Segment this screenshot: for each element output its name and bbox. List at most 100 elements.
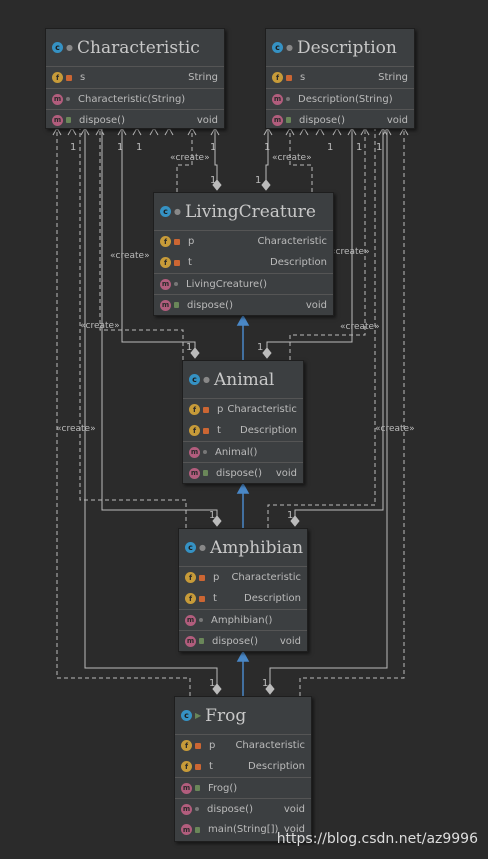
method-row[interactable]: m dispose() void — [266, 109, 414, 130]
create-label: «create» — [170, 153, 210, 163]
field-icon: f — [52, 72, 63, 83]
method-icon: m — [185, 635, 196, 647]
multiplicity-label: 1 — [376, 142, 383, 153]
class-box-frog[interactable]: c ▶ Frog f p Characteristic f t Descripti… — [174, 696, 312, 842]
class-box-animal[interactable]: c ● Animal f p Characteristic f t Descrip… — [182, 360, 304, 484]
class-icon: c — [189, 374, 200, 385]
multiplicity-label: 1 — [262, 678, 269, 689]
field-row[interactable]: f t Description — [179, 588, 307, 609]
visibility-icon: ● — [66, 43, 73, 52]
method-row[interactable]: m dispose() void — [179, 630, 307, 651]
constructor-name: Animal() — [215, 446, 258, 458]
class-box-description[interactable]: c ● Description f s String m Description(… — [265, 28, 415, 129]
field-type: String — [378, 72, 408, 83]
private-icon — [174, 259, 180, 266]
multiplicity-label: 1 — [264, 142, 271, 153]
inheritance-arrowhead — [236, 650, 250, 662]
multiplicity-label: 1 — [356, 142, 363, 153]
field-icon: f — [160, 257, 171, 268]
field-row[interactable]: f p Characteristic — [175, 735, 311, 756]
multiplicity-label: 1 — [287, 510, 294, 521]
method-name: dispose() — [212, 635, 258, 647]
constructor-row[interactable]: m Amphibian() — [179, 609, 307, 630]
watermark: https://blog.csdn.net/az9996 — [276, 831, 478, 847]
aggregation-diamond — [262, 347, 272, 359]
create-label: «create» — [340, 322, 380, 332]
method-row[interactable]: m dispose() void — [183, 462, 303, 483]
field-name: p — [217, 404, 224, 415]
method-row[interactable]: m dispose() void — [175, 798, 311, 819]
visibility-icon: ● — [286, 43, 293, 52]
create-label: «create» — [272, 153, 312, 163]
create-label: «create» — [56, 424, 96, 434]
protected-icon — [66, 117, 71, 123]
class-header: c ● Animal — [183, 361, 303, 399]
class-name: Amphibian — [209, 537, 304, 558]
multiplicity-label: 1 — [70, 142, 77, 153]
method-row[interactable]: m dispose() void — [46, 109, 224, 130]
method-type: void — [275, 467, 297, 479]
field-name: s — [300, 72, 306, 83]
private-icon — [66, 74, 72, 81]
constructor-name: Frog() — [208, 782, 238, 794]
method-type: void — [196, 114, 218, 126]
constructor-row[interactable]: m Description(String) — [266, 88, 414, 109]
private-icon — [195, 763, 201, 770]
field-row[interactable]: f p Characteristic — [179, 567, 307, 588]
constructor-name: Characteristic(String) — [78, 93, 186, 105]
field-row[interactable]: f t Description — [154, 252, 333, 273]
package-icon — [199, 618, 203, 622]
method-type: void — [279, 635, 301, 647]
class-box-characteristic[interactable]: c ● Characteristic f s String m Character… — [45, 28, 225, 129]
field-row[interactable]: f p Characteristic — [154, 231, 333, 252]
field-icon: f — [189, 425, 200, 436]
class-header: c ● Description — [266, 29, 414, 67]
constructor-name: Amphibian() — [211, 614, 273, 626]
field-icon: f — [181, 761, 192, 772]
field-name: p — [188, 236, 195, 247]
class-icon: c — [52, 42, 63, 53]
class-name: LivingCreature — [184, 201, 316, 222]
public-icon — [195, 785, 200, 791]
package-icon — [66, 97, 70, 101]
field-icon: f — [272, 72, 283, 83]
constructor-name: Description(String) — [298, 93, 393, 105]
constructor-row[interactable]: m Animal() — [183, 441, 303, 462]
method-icon: m — [272, 93, 283, 105]
method-icon: m — [181, 803, 192, 815]
constructor-row[interactable]: m Characteristic(String) — [46, 88, 224, 109]
method-name: dispose() — [216, 467, 262, 479]
class-name: Description — [296, 37, 397, 58]
class-box-livingcreature[interactable]: c ● LivingCreature f p Characteristic f t… — [153, 192, 334, 316]
field-row[interactable]: f t Description — [175, 756, 311, 777]
field-type: Characteristic — [231, 572, 301, 583]
class-name: Animal — [213, 369, 275, 390]
field-row[interactable]: f p Characteristic — [183, 399, 303, 420]
protected-icon — [174, 302, 179, 308]
class-header: c ● Amphibian — [179, 529, 307, 567]
create-label: «create» — [330, 247, 370, 257]
field-row[interactable]: f s String — [266, 67, 414, 88]
class-name: Frog — [205, 705, 247, 726]
constructor-row[interactable]: m LivingCreature() — [154, 273, 333, 294]
field-icon: f — [185, 572, 196, 583]
create-label: «create» — [80, 321, 120, 331]
multiplicity-label: 1 — [257, 342, 264, 353]
field-type: Characteristic — [227, 404, 297, 415]
method-row[interactable]: m dispose() void — [154, 294, 333, 315]
field-row[interactable]: f s String — [46, 67, 224, 88]
method-name: dispose() — [187, 299, 233, 311]
package-icon — [286, 97, 290, 101]
method-type: void — [283, 803, 305, 815]
method-icon: m — [181, 782, 192, 794]
protected-icon — [203, 470, 208, 476]
field-name: p — [213, 572, 220, 583]
method-name: dispose() — [299, 114, 345, 126]
constructor-row[interactable]: m Frog() — [175, 777, 311, 798]
class-box-amphibian[interactable]: c ● Amphibian f p Characteristic f t Desc… — [178, 528, 308, 652]
field-name: t — [188, 257, 192, 268]
visibility-icon: ● — [174, 207, 181, 216]
multiplicity-label: 1 — [210, 175, 217, 186]
multiplicity-label: 1 — [117, 142, 124, 153]
field-row[interactable]: f t Description — [183, 420, 303, 441]
